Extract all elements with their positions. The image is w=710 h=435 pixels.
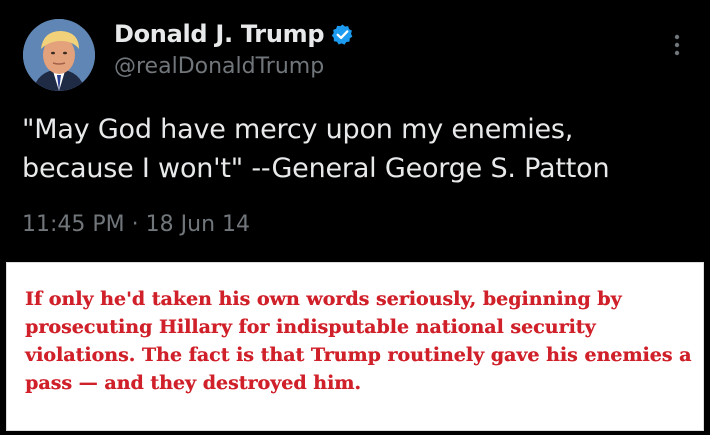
tweet-time: 11:45 PM xyxy=(22,212,125,237)
avatar-image xyxy=(23,19,95,91)
author-row: Donald J. Trump xyxy=(114,20,354,48)
commentary-text: If only he'd taken his own words serious… xyxy=(25,288,692,394)
tweet-text: "May God have mercy upon my enemies, bec… xyxy=(22,114,610,184)
verified-check-icon xyxy=(331,23,354,46)
tweet-card: Donald J. Trump @realDonaldTrump "May Go… xyxy=(0,0,710,262)
tweet-timestamp[interactable]: 11:45 PM · 18 Jun 14 xyxy=(22,212,250,237)
author-name[interactable]: Donald J. Trump xyxy=(114,20,325,48)
tweet-date: 18 Jun 14 xyxy=(145,212,251,237)
commentary-note: If only he'd taken his own words serious… xyxy=(6,262,704,431)
author-handle[interactable]: @realDonaldTrump xyxy=(114,54,324,79)
avatar[interactable] xyxy=(23,19,95,91)
more-vertical-icon[interactable] xyxy=(670,32,684,60)
meta-separator: · xyxy=(131,212,139,237)
